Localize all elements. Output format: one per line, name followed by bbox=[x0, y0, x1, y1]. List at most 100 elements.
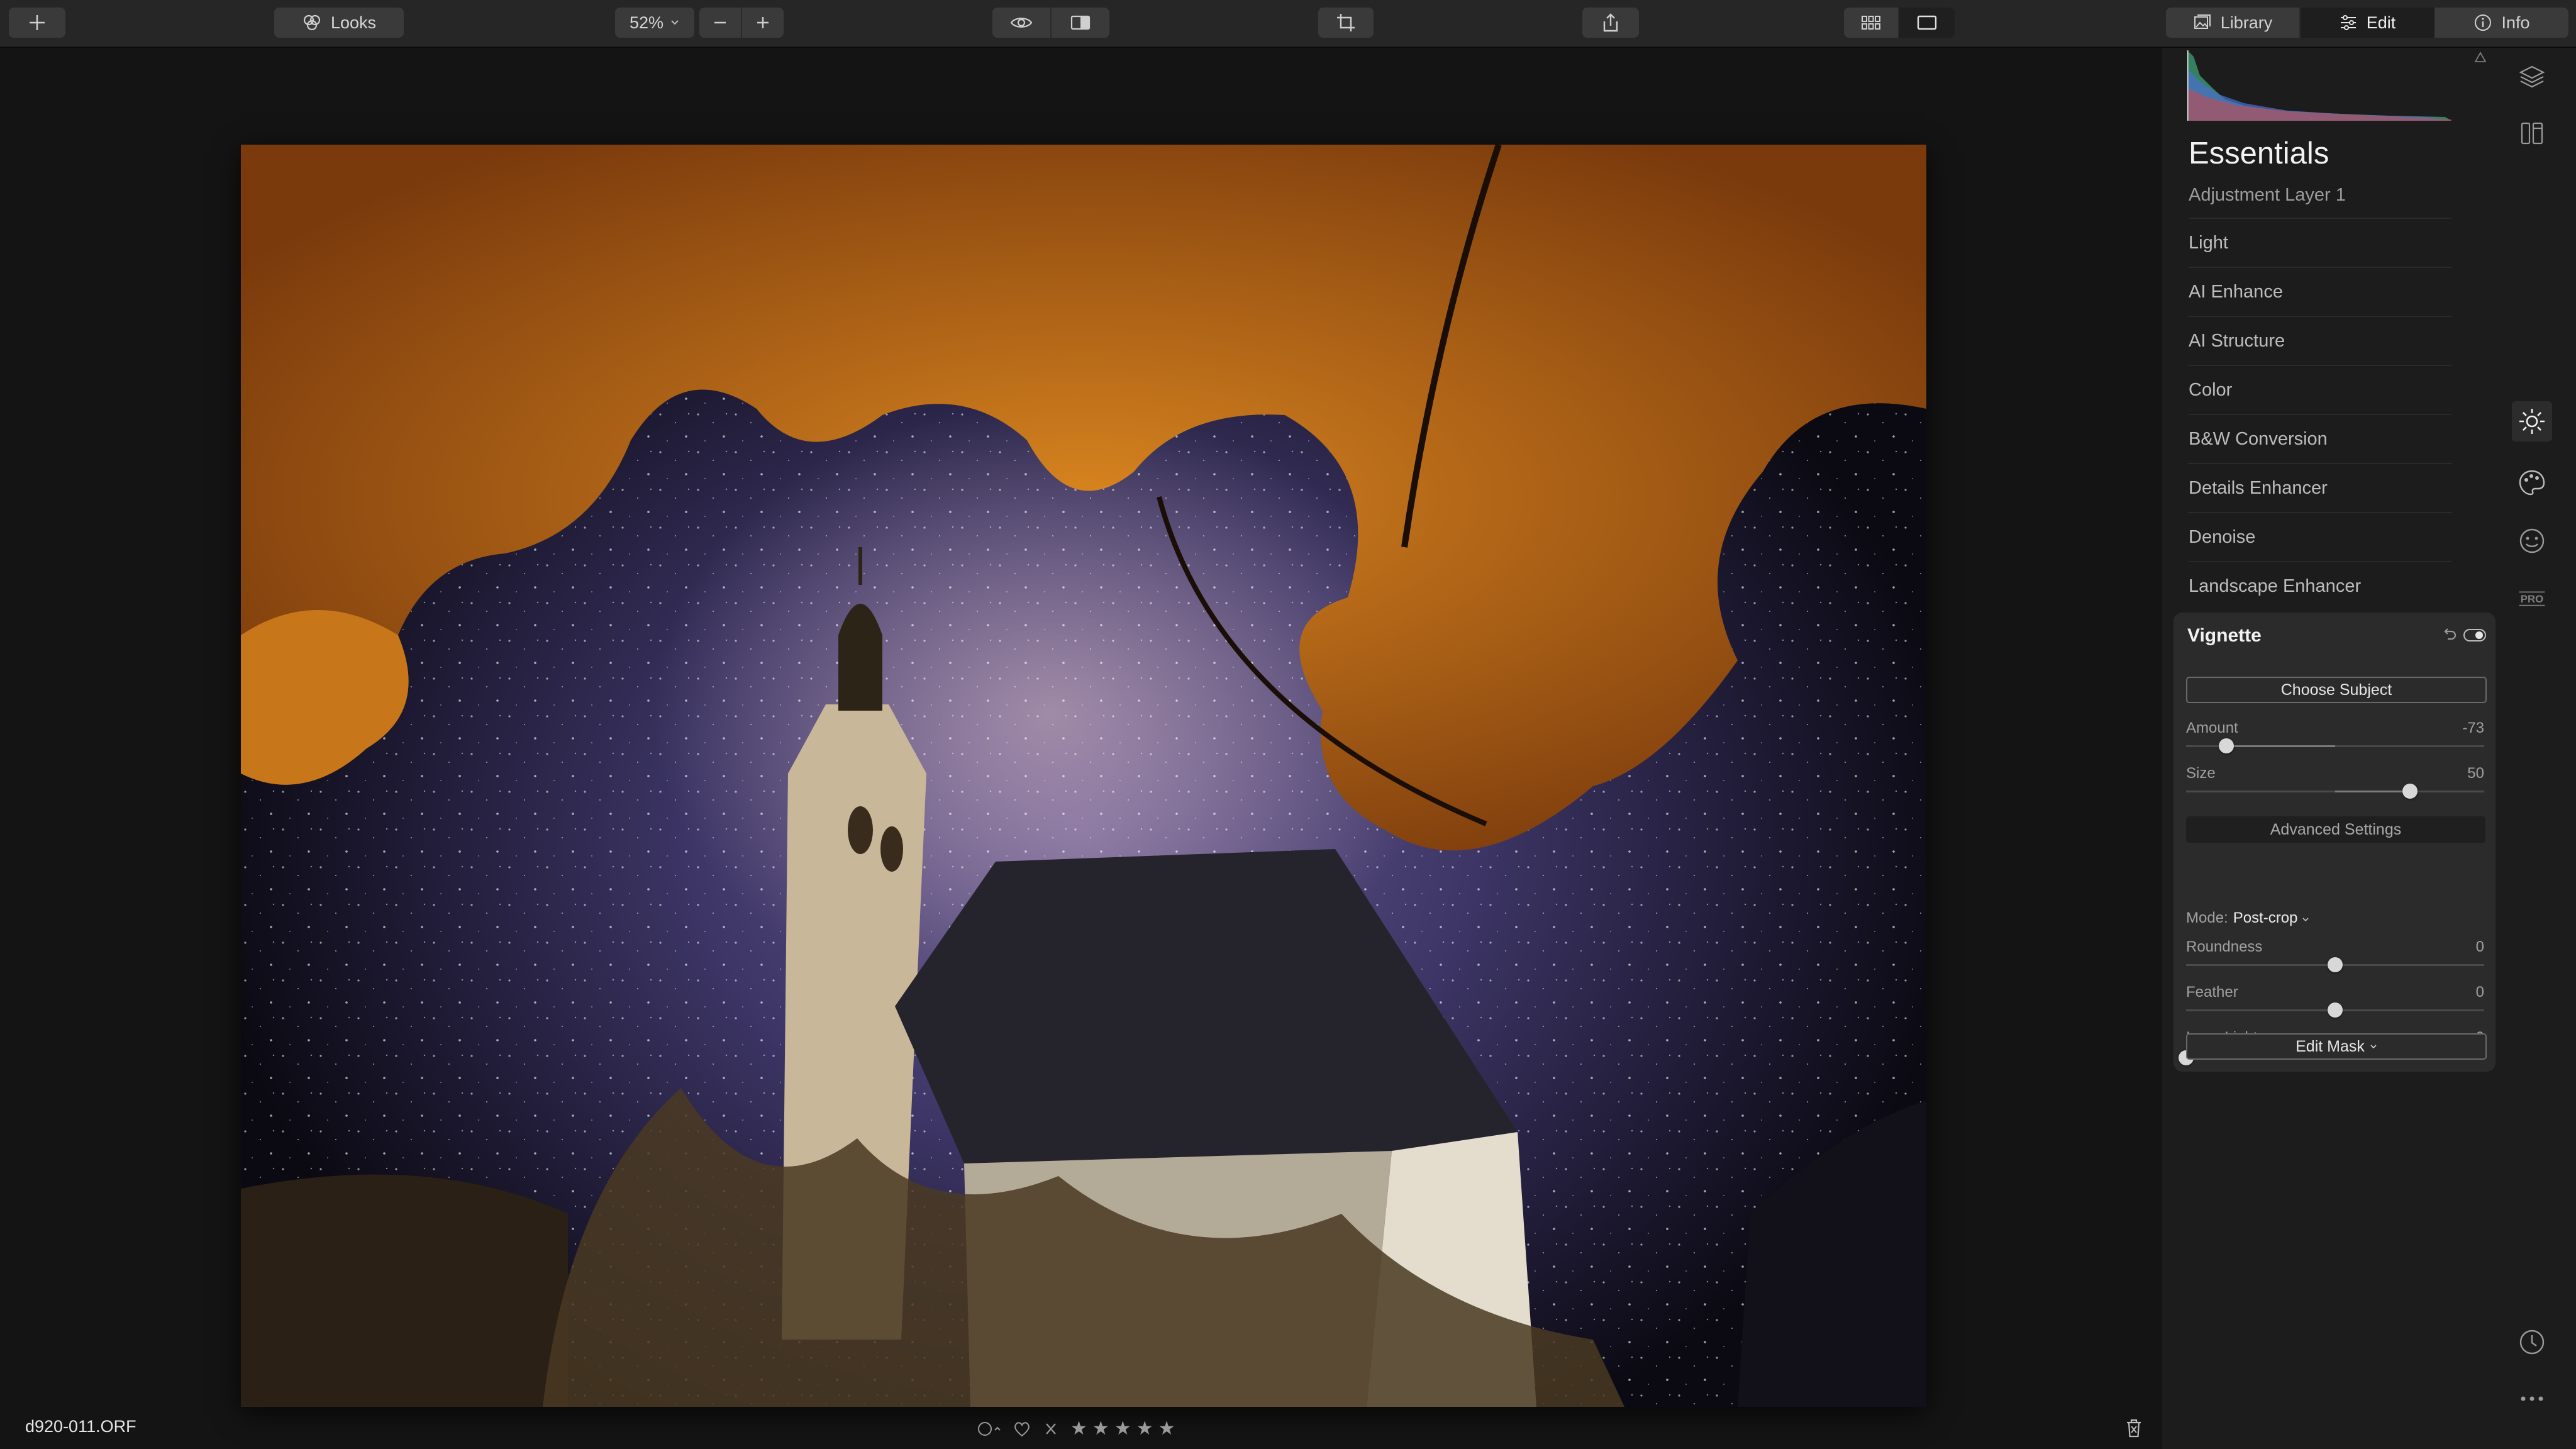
view-mode-controls bbox=[1844, 8, 1955, 38]
slider-handle[interactable] bbox=[2402, 784, 2418, 799]
mode-label: Mode: bbox=[2186, 909, 2228, 926]
minus-icon bbox=[714, 21, 726, 24]
photo-preview[interactable] bbox=[241, 145, 1926, 1407]
sliders-icon bbox=[2340, 15, 2356, 30]
layers-icon bbox=[2519, 65, 2545, 88]
pro-button[interactable]: PRO bbox=[2517, 584, 2547, 614]
reject-icon[interactable] bbox=[1040, 1420, 1062, 1438]
share-button[interactable] bbox=[1582, 8, 1639, 38]
more-button[interactable] bbox=[2517, 1384, 2547, 1414]
layers-button[interactable] bbox=[2517, 62, 2547, 92]
preview-button[interactable] bbox=[992, 8, 1050, 38]
library-icon bbox=[2194, 14, 2211, 29]
slider-fill bbox=[2335, 791, 2410, 792]
tool-details-enhancer[interactable]: Details Enhancer bbox=[2189, 463, 2451, 512]
trash-button[interactable] bbox=[2124, 1418, 2143, 1442]
chevron-down-icon bbox=[2370, 1045, 2377, 1049]
rating-bar: ★ ★ ★ ★ ★ bbox=[976, 1418, 1175, 1440]
slider-handle[interactable] bbox=[2328, 957, 2343, 972]
color-label-icon[interactable] bbox=[976, 1419, 1004, 1438]
single-view-button[interactable] bbox=[1899, 8, 1955, 38]
mode-selector[interactable]: Mode: Post-crop bbox=[2186, 909, 2309, 927]
advanced-settings-button[interactable]: Advanced Settings bbox=[2186, 816, 2485, 843]
heart-icon[interactable] bbox=[1013, 1420, 1031, 1438]
tool-denoise[interactable]: Denoise bbox=[2189, 512, 2451, 561]
tool-list: Light AI Enhance AI Structure Color B&W … bbox=[2189, 218, 2451, 610]
vignette-panel: Vignette Choose Subject Amount -73 Size … bbox=[2174, 613, 2496, 1072]
clock-icon bbox=[2519, 1330, 2545, 1355]
tab-info[interactable]: Info bbox=[2434, 8, 2568, 38]
compare-button[interactable] bbox=[1052, 8, 1109, 38]
tab-library[interactable]: Library bbox=[2166, 8, 2299, 38]
amount-value[interactable]: -73 bbox=[2462, 719, 2484, 737]
tab-edit[interactable]: Edit bbox=[2299, 8, 2434, 38]
zoom-out-button[interactable] bbox=[699, 8, 741, 38]
photo-illustration bbox=[241, 145, 1926, 1407]
plus-icon bbox=[30, 15, 45, 30]
edit-mask-button[interactable]: Edit Mask bbox=[2186, 1033, 2487, 1060]
star-icon[interactable]: ★ bbox=[1070, 1418, 1087, 1440]
star-rating[interactable]: ★ ★ ★ ★ ★ bbox=[1070, 1418, 1175, 1440]
looks-button[interactable]: Looks bbox=[274, 8, 404, 38]
presets-button[interactable] bbox=[2517, 118, 2547, 148]
info-icon bbox=[2475, 14, 2492, 31]
tool-bw-conversion[interactable]: B&W Conversion bbox=[2189, 414, 2451, 463]
mode-tabs: Library Edit Info bbox=[2166, 8, 2568, 38]
zoom-value: 52% bbox=[629, 13, 664, 32]
choose-subject-button[interactable]: Choose Subject bbox=[2186, 677, 2487, 703]
tool-landscape-enhancer[interactable]: Landscape Enhancer bbox=[2189, 561, 2451, 610]
portrait-button[interactable] bbox=[2517, 526, 2547, 556]
amount-slider[interactable] bbox=[2186, 738, 2484, 753]
toggle-visibility-icon[interactable] bbox=[2463, 626, 2487, 644]
filename-label: d920-011.ORF bbox=[25, 1417, 136, 1436]
size-slider[interactable] bbox=[2186, 784, 2484, 799]
star-icon[interactable]: ★ bbox=[1158, 1418, 1175, 1440]
star-icon[interactable]: ★ bbox=[1136, 1418, 1153, 1440]
grid-view-button[interactable] bbox=[1844, 8, 1898, 38]
feather-label: Feather bbox=[2186, 984, 2238, 1001]
top-toolbar: Looks 52% Library Edit Info bbox=[0, 0, 2576, 48]
slider-handle[interactable] bbox=[2328, 1002, 2343, 1018]
tool-color[interactable]: Color bbox=[2189, 365, 2451, 414]
plus-icon bbox=[757, 17, 769, 28]
zoom-in-button[interactable] bbox=[742, 8, 784, 38]
roundness-value[interactable]: 0 bbox=[2476, 938, 2484, 956]
tool-ai-enhance[interactable]: AI Enhance bbox=[2189, 267, 2451, 316]
feather-value[interactable]: 0 bbox=[2476, 984, 2484, 1001]
essentials-button[interactable] bbox=[2512, 401, 2552, 441]
tab-label: Library bbox=[2220, 13, 2273, 32]
star-icon[interactable]: ★ bbox=[1114, 1418, 1131, 1440]
edit-panel: Essentials Adjustment Layer 1 Light AI E… bbox=[2162, 48, 2502, 1449]
image-canvas[interactable] bbox=[0, 48, 2162, 1449]
edit-mask-label: Edit Mask bbox=[2296, 1037, 2365, 1055]
reset-icon[interactable] bbox=[2440, 626, 2458, 644]
svg-text:PRO: PRO bbox=[2521, 593, 2544, 605]
single-view-icon bbox=[1917, 15, 1937, 30]
tool-ai-structure[interactable]: AI Structure bbox=[2189, 316, 2451, 365]
history-button[interactable] bbox=[2517, 1327, 2547, 1357]
zoom-dropdown[interactable]: 52% bbox=[615, 8, 694, 38]
histogram-warning-icon[interactable] bbox=[2474, 52, 2487, 63]
trash-icon bbox=[2127, 1419, 2141, 1438]
crop-button[interactable] bbox=[1318, 8, 1374, 38]
zoom-controls bbox=[699, 8, 784, 38]
feather-slider[interactable] bbox=[2186, 1002, 2484, 1018]
roundness-slider[interactable] bbox=[2186, 957, 2484, 972]
share-icon bbox=[1603, 13, 1618, 32]
crop-icon bbox=[1337, 14, 1355, 31]
vignette-title[interactable]: Vignette bbox=[2187, 625, 2262, 647]
tab-label: Edit bbox=[2366, 13, 2396, 32]
chevron-down-icon bbox=[2302, 918, 2309, 922]
sun-icon bbox=[2519, 409, 2545, 434]
star-icon[interactable]: ★ bbox=[1092, 1418, 1109, 1440]
slider-handle[interactable] bbox=[2218, 738, 2234, 753]
tool-light[interactable]: Light bbox=[2189, 218, 2451, 267]
pro-icon: PRO bbox=[2519, 591, 2545, 606]
more-icon bbox=[2521, 1396, 2543, 1401]
size-value[interactable]: 50 bbox=[2467, 765, 2484, 782]
add-button[interactable] bbox=[9, 8, 65, 38]
mode-value[interactable]: Post-crop bbox=[2233, 909, 2298, 926]
layer-name[interactable]: Adjustment Layer 1 bbox=[2189, 185, 2346, 206]
creative-button[interactable] bbox=[2517, 468, 2547, 498]
eye-icon bbox=[1010, 18, 1033, 28]
